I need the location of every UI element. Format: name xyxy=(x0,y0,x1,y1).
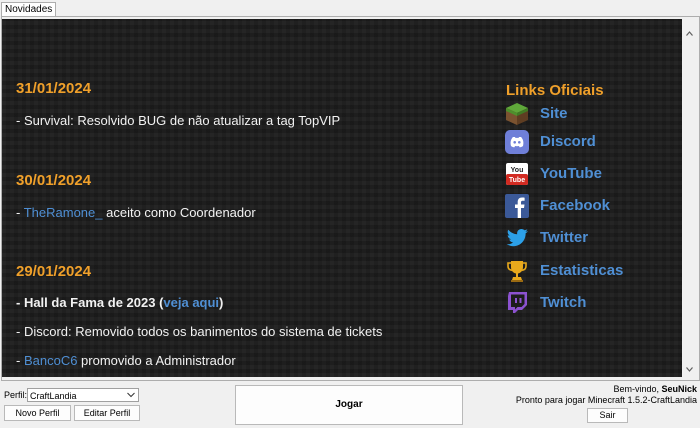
news-date: 31/01/2024 xyxy=(16,80,92,97)
news-panel: 31/01/2024 - Survival: Resolvido BUG de … xyxy=(2,19,682,377)
link-label: YouTube xyxy=(540,165,602,182)
news-item: - TheRamone_ aceito como Coordenador xyxy=(16,205,256,220)
scroll-up-icon[interactable] xyxy=(686,31,693,36)
link-label: Estatisticas xyxy=(540,262,624,279)
news-date: 29/01/2024 xyxy=(16,263,92,280)
player-link-bancoc6[interactable]: BancoC6 xyxy=(24,353,77,368)
news-item: - BancoC6 promovido a Administrador xyxy=(16,353,236,368)
twitch-icon xyxy=(508,292,527,313)
link-label: Site xyxy=(540,105,568,122)
news-item-text: - xyxy=(16,353,24,368)
youtube-icon: You Tube xyxy=(506,163,528,185)
chevron-down-icon xyxy=(127,392,135,398)
link-label: Twitter xyxy=(540,229,589,246)
news-item: - Hall da Fama de 2023 (veja aqui) xyxy=(16,295,223,310)
twitter-icon xyxy=(506,229,528,247)
link-label: Twitch xyxy=(540,294,587,311)
username: SeuNick xyxy=(661,384,697,394)
discord-icon xyxy=(505,130,529,154)
logout-button[interactable]: Sair xyxy=(587,408,628,423)
welcome-panel: Bem-vindo, SeuNick Pronto para jogar Min… xyxy=(516,384,697,406)
welcome-line: Bem-vindo, SeuNick xyxy=(516,384,697,395)
svg-text:Tube: Tube xyxy=(509,177,525,184)
svg-text:You: You xyxy=(511,167,524,174)
news-item-text: aceito como Coordenador xyxy=(102,205,256,220)
news-item: - Survival: Resolvido BUG de não atualiz… xyxy=(16,113,341,128)
ready-status: Pronto para jogar Minecraft 1.5.2-CraftL… xyxy=(515,395,697,405)
scroll-down-icon[interactable] xyxy=(686,367,693,372)
news-scrollbar[interactable] xyxy=(682,19,697,377)
news-date: 30/01/2024 xyxy=(16,172,92,189)
trophy-icon xyxy=(507,261,527,282)
profile-select[interactable]: CraftLandia xyxy=(27,388,139,402)
minecraft-grass-block-icon xyxy=(506,103,528,125)
edit-profile-button[interactable]: Editar Perfil xyxy=(74,405,140,421)
link-label: Discord xyxy=(540,133,596,150)
tab-novidades[interactable]: Novidades xyxy=(1,2,57,17)
profile-select-value: CraftLandia xyxy=(30,391,77,401)
profile-label: Perfil: xyxy=(4,390,28,400)
news-item-text: - xyxy=(16,205,24,220)
new-profile-button[interactable]: Novo Perfil xyxy=(4,405,71,421)
news-item: - Discord: Removido todos os banimentos … xyxy=(16,324,383,339)
facebook-icon xyxy=(505,194,529,218)
hall-of-fame-link[interactable]: veja aqui xyxy=(163,295,219,310)
links-title: Links Oficiais xyxy=(506,82,604,99)
welcome-text: Bem-vindo, xyxy=(613,384,662,394)
news-item-text: - Hall da Fama de 2023 ( xyxy=(16,295,164,310)
news-item-text: promovido a Administrador xyxy=(77,353,236,368)
player-link-theramone[interactable]: TheRamone_ xyxy=(24,205,103,220)
link-label: Facebook xyxy=(540,197,611,214)
play-button[interactable]: Jogar xyxy=(235,385,463,425)
news-item-text: ) xyxy=(219,295,224,310)
